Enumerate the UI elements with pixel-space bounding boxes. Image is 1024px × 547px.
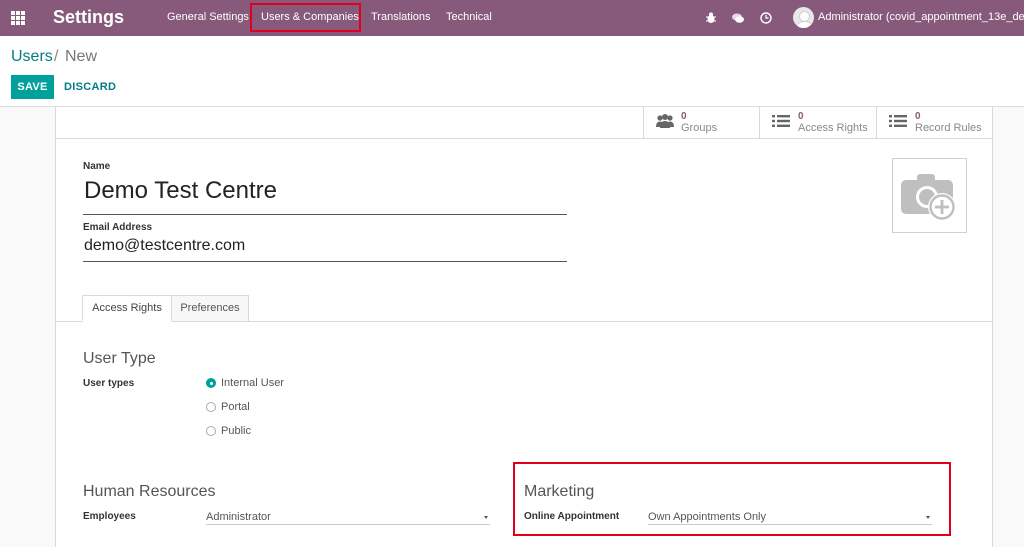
access-rights-smart-button[interactable]: 0 Access Rights [759,107,876,138]
human-resources-title: Human Resources [83,483,216,500]
radio-button[interactable] [206,402,216,412]
email-field[interactable]: demo@testcentre.com [84,237,245,255]
email-label: Email Address [83,222,153,233]
radio-button-selected[interactable] [206,378,216,388]
online-appointment-value: Own Appointments Only [648,511,767,523]
radio-label: Portal [221,401,250,413]
groups-label: Groups [681,122,718,134]
marketing-title: Marketing [524,483,595,500]
breadcrumb-users-link[interactable]: Users [11,48,53,66]
breadcrumb-separator: / [54,48,59,65]
groups-count: 0 [681,111,687,122]
users-icon [656,114,674,128]
list-icon [772,115,790,127]
smart-button-box: 0 Groups 0 Access Rights 0 Record Rules [643,107,993,139]
user-types-label: User types [83,378,135,389]
name-label: Name [83,161,111,172]
divider [56,138,643,139]
radio-label: Public [221,425,251,437]
avatar-upload[interactable] [892,158,967,233]
breadcrumb-current: New [65,48,98,65]
menu-technical[interactable]: Technical [446,11,492,23]
discard-button[interactable]: DISCARD [64,81,116,93]
form-sheet: 0 Groups 0 Access Rights 0 Record Rules … [55,107,993,547]
record-rules-label: Record Rules [915,122,982,134]
record-rules-smart-button[interactable]: 0 Record Rules [876,107,993,138]
apps-menu-icon[interactable] [11,11,25,25]
radio-button[interactable] [206,426,216,436]
online-appointment-select[interactable]: Own Appointments Only [648,509,932,525]
highlight-box [250,3,361,32]
user-type-title: User Type [83,350,156,367]
tab-access-rights[interactable]: Access Rights [82,295,172,322]
radio-label: Internal User [221,377,284,389]
groups-smart-button[interactable]: 0 Groups [643,107,759,138]
clock-icon[interactable] [759,11,773,25]
menu-general-settings[interactable]: General Settings [167,11,249,23]
chevron-down-icon [926,516,930,519]
save-button[interactable]: SAVE [11,75,54,99]
bug-icon[interactable] [704,11,718,25]
top-navbar: Settings General Settings Users & Compan… [0,0,1024,36]
chevron-down-icon [484,516,488,519]
online-appointment-label: Online Appointment [524,511,620,522]
control-panel: Users / New SAVE DISCARD [0,36,1024,107]
name-field[interactable]: Demo Test Centre [84,177,277,205]
app-title: Settings [53,7,125,27]
menu-translations[interactable]: Translations [371,11,431,23]
tab-preferences[interactable]: Preferences [172,295,249,322]
chat-icon[interactable] [731,11,745,25]
camera-add-icon [901,174,956,221]
employees-select[interactable]: Administrator [206,509,490,525]
list-icon [889,115,907,127]
employees-value: Administrator [206,511,271,523]
user-avatar[interactable] [793,7,814,28]
name-field-underline [83,214,567,215]
user-menu[interactable]: Administrator (covid_appointment_13e_dem [818,11,1024,23]
record-rules-count: 0 [915,111,921,122]
employees-label: Employees [83,511,136,522]
access-rights-count: 0 [798,111,804,122]
email-field-underline [83,261,567,262]
access-rights-label: Access Rights [798,122,868,134]
